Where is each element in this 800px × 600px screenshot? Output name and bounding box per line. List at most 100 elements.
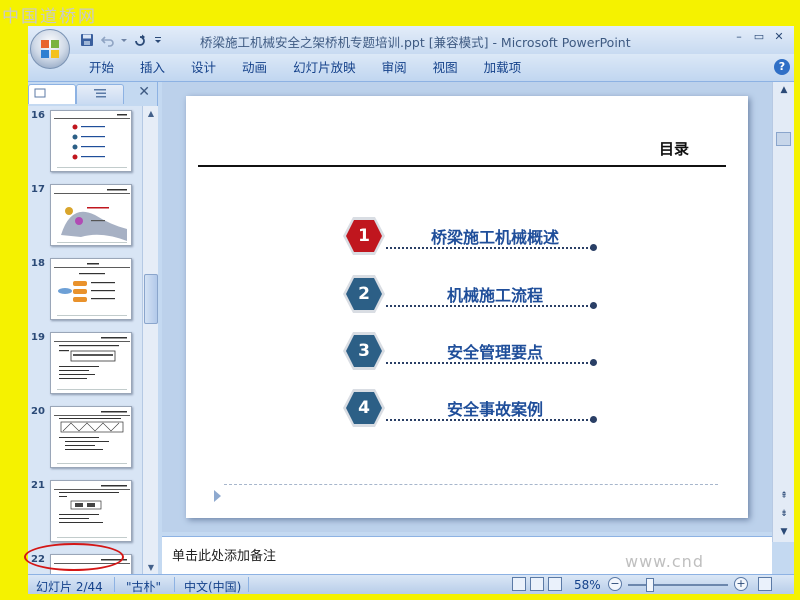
- normal-view-icon[interactable]: [512, 577, 526, 591]
- tab-slideshow[interactable]: 幻灯片放映: [280, 59, 369, 77]
- theme-name: "古朴": [126, 580, 162, 594]
- slide-sorter-icon[interactable]: [530, 577, 544, 591]
- slide-preview: [50, 480, 132, 542]
- slide-thumbnail-18[interactable]: 18: [28, 258, 142, 326]
- zoom-in-icon[interactable]: +: [734, 577, 748, 591]
- slide-number: 17: [31, 184, 45, 195]
- zoom-out-icon[interactable]: −: [608, 577, 622, 591]
- toc-item-3: 3 安全管理要点: [342, 331, 602, 375]
- scrollbar-thumb[interactable]: [144, 274, 158, 324]
- toc-number: 1: [358, 226, 370, 246]
- window-title: 桥梁施工机械安全之架桥机专题培训.ppt [兼容模式] - Microsoft …: [200, 35, 631, 50]
- leader-dot: [590, 244, 597, 251]
- scroll-up-icon[interactable]: ▲: [144, 107, 158, 121]
- outline-icon: [94, 89, 106, 98]
- tab-view[interactable]: 视图: [420, 59, 471, 77]
- scroll-down-icon[interactable]: ▼: [777, 526, 791, 538]
- save-icon[interactable]: [78, 31, 96, 49]
- toc-item-4: 4 安全事故案例: [342, 388, 602, 432]
- tab-outline[interactable]: [76, 84, 124, 104]
- dotted-leader: [386, 247, 592, 249]
- slide-preview: [50, 332, 132, 394]
- title-bar: 桥梁施工机械安全之架桥机专题培训.ppt [兼容模式] - Microsoft …: [28, 26, 794, 54]
- next-slide-icon[interactable]: ⇟: [777, 508, 791, 520]
- slide-number: 21: [31, 480, 45, 491]
- toc-number: 4: [358, 398, 370, 418]
- red-highlight-ellipse: [24, 543, 124, 571]
- customize-qat-icon[interactable]: [152, 31, 164, 49]
- notes-placeholder: 单击此处添加备注: [172, 549, 277, 564]
- toc-label: 安全事故案例: [446, 400, 543, 419]
- ribbon-tabs: 开始 插入 设计 动画 幻灯片放映 审阅 视图 加载项 ?: [28, 54, 794, 82]
- slide-title: 目录: [659, 140, 690, 158]
- scrollbar-thumb[interactable]: [776, 132, 791, 146]
- leader-dot: [590, 302, 597, 309]
- thumbnail-scrollbar[interactable]: ▲ ▼: [142, 106, 158, 576]
- slide-thumbnail-20[interactable]: 20: [28, 406, 142, 474]
- status-bar: 幻灯片 2/44 "古朴" 中文(中国) 58% − +: [28, 574, 794, 594]
- slide-thumbnail-19[interactable]: 19: [28, 332, 142, 400]
- tab-review[interactable]: 审阅: [369, 59, 420, 77]
- status-separator: [174, 577, 175, 592]
- toc-label: 安全管理要点: [446, 343, 543, 362]
- scroll-up-icon[interactable]: ▲: [777, 84, 791, 96]
- tab-design[interactable]: 设计: [178, 59, 229, 77]
- slide-preview: [50, 406, 132, 468]
- previous-slide-icon[interactable]: ⇞: [777, 490, 791, 502]
- title-divider: [198, 165, 726, 167]
- slide-number: 18: [31, 258, 45, 269]
- slide-number: 20: [31, 406, 45, 417]
- toc-item-2: 2 机械施工流程: [342, 274, 602, 318]
- redo-icon[interactable]: [131, 31, 149, 49]
- slide-scrollbar[interactable]: ▲ ⇞ ⇟ ▼: [772, 82, 794, 542]
- undo-dropdown-icon[interactable]: [120, 31, 128, 49]
- dotted-leader: [386, 419, 592, 421]
- slideshow-icon[interactable]: [548, 577, 562, 591]
- zoom-level[interactable]: 58%: [574, 578, 601, 592]
- slide-counter: 幻灯片 2/44: [36, 580, 103, 594]
- tab-animations[interactable]: 动画: [229, 59, 280, 77]
- slide-thumbnail-21[interactable]: 21: [28, 480, 142, 548]
- footer-divider: [224, 484, 718, 485]
- slide-editing-area: 目录 1 桥梁施工机械概述 2 机械施工流程 3 安全管理要点 4 安全事故案例: [162, 82, 772, 532]
- site-watermark-top: 中国道桥网: [2, 7, 97, 27]
- fit-to-window-icon[interactable]: [758, 577, 772, 591]
- leader-dot: [590, 416, 597, 423]
- tab-insert[interactable]: 插入: [127, 59, 178, 77]
- current-slide[interactable]: 目录 1 桥梁施工机械概述 2 机械施工流程 3 安全管理要点 4 安全事故案例: [186, 96, 748, 518]
- scroll-down-icon[interactable]: ▼: [144, 561, 158, 575]
- window-controls: – ▭ ✕: [730, 28, 788, 46]
- slides-pane: ✕ 16 17 18 19 20 21 22 ▲ ▼: [28, 82, 158, 576]
- tab-slides[interactable]: [28, 84, 76, 104]
- close-button[interactable]: ✕: [770, 28, 788, 46]
- zoom-slider-handle[interactable]: [646, 578, 654, 592]
- zoom-slider[interactable]: [628, 584, 728, 586]
- dotted-leader: [386, 362, 592, 364]
- slide-thumbnail-list: 16 17 18 19 20 21 22: [28, 106, 142, 576]
- slide-thumbnail-17[interactable]: 17: [28, 184, 142, 252]
- toc-item-1: 1 桥梁施工机械概述: [342, 216, 602, 260]
- dotted-leader: [386, 305, 592, 307]
- slides-icon: [34, 88, 46, 98]
- maximize-button[interactable]: ▭: [750, 28, 768, 46]
- toc-label: 机械施工流程: [446, 286, 543, 305]
- status-separator: [114, 577, 115, 592]
- pane-tabs: ✕: [28, 82, 158, 104]
- slide-preview: [50, 110, 132, 172]
- help-button[interactable]: ?: [774, 59, 790, 75]
- undo-icon[interactable]: [99, 31, 117, 49]
- slide-thumbnail-16[interactable]: 16: [28, 110, 142, 178]
- minimize-button[interactable]: –: [730, 28, 748, 46]
- close-pane-icon[interactable]: ✕: [138, 84, 150, 100]
- slide-preview: [50, 184, 132, 246]
- office-button[interactable]: [30, 29, 70, 69]
- footer-arrow-icon: [214, 490, 221, 502]
- status-separator: [248, 577, 249, 592]
- toc-label: 桥梁施工机械概述: [430, 228, 559, 247]
- slide-number: 19: [31, 332, 45, 343]
- quick-access-toolbar: [78, 31, 164, 49]
- leader-dot: [590, 359, 597, 366]
- tab-addins[interactable]: 加载项: [471, 59, 535, 77]
- tab-home[interactable]: 开始: [76, 59, 127, 77]
- language-indicator[interactable]: 中文(中国): [184, 578, 241, 594]
